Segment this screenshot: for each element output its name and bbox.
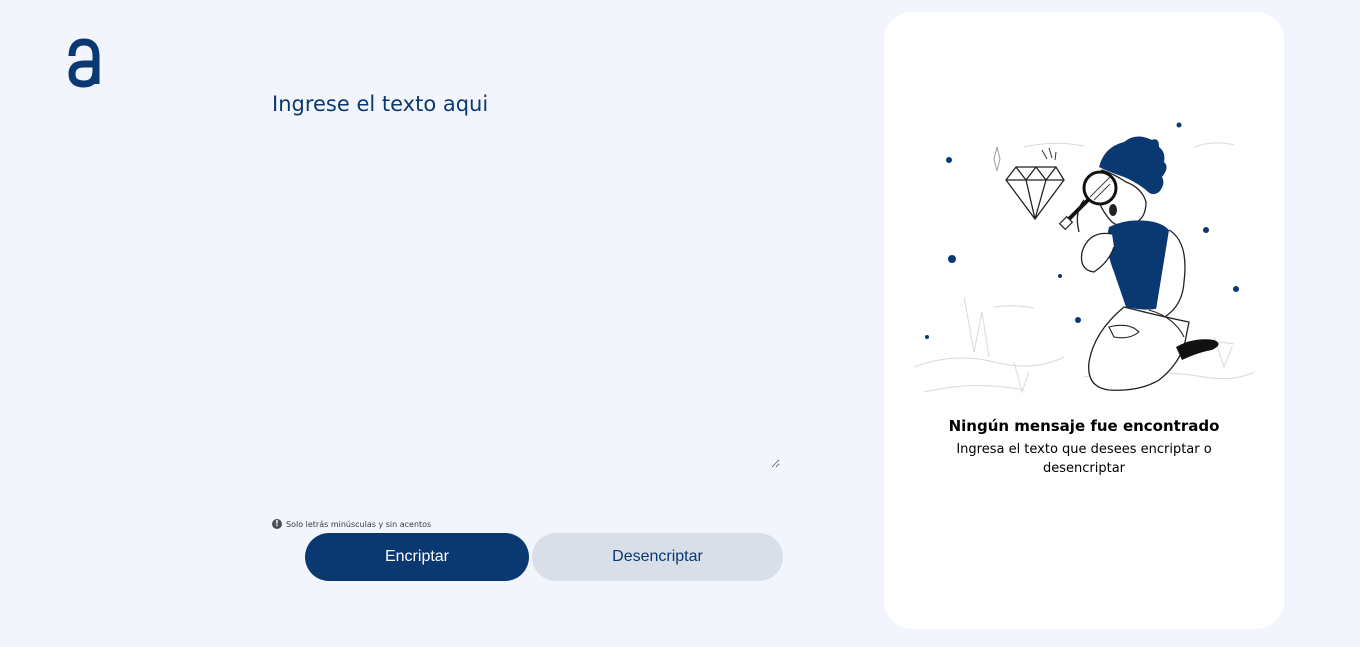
output-panel: Ningún mensaje fue encontrado Ingresa el… — [884, 12, 1284, 629]
person-with-magnifying-glass-illustration — [914, 122, 1255, 394]
message-input[interactable] — [272, 92, 780, 468]
decrypt-button[interactable]: Desencriptar — [532, 533, 783, 581]
empty-state-title: Ningún mensaje fue encontrado — [948, 417, 1220, 435]
brand-logo-icon — [68, 38, 100, 88]
info-circle-icon: ! — [272, 519, 282, 529]
input-hint-text: Solo letrás minúsculas y sin acentos — [286, 519, 432, 529]
empty-state-description: Ingresa el texto que desees encriptar o … — [956, 442, 1212, 476]
encrypt-button[interactable]: Encriptar — [305, 533, 529, 581]
input-hint: ! Solo letrás minúsculas y sin acentos — [272, 519, 431, 529]
